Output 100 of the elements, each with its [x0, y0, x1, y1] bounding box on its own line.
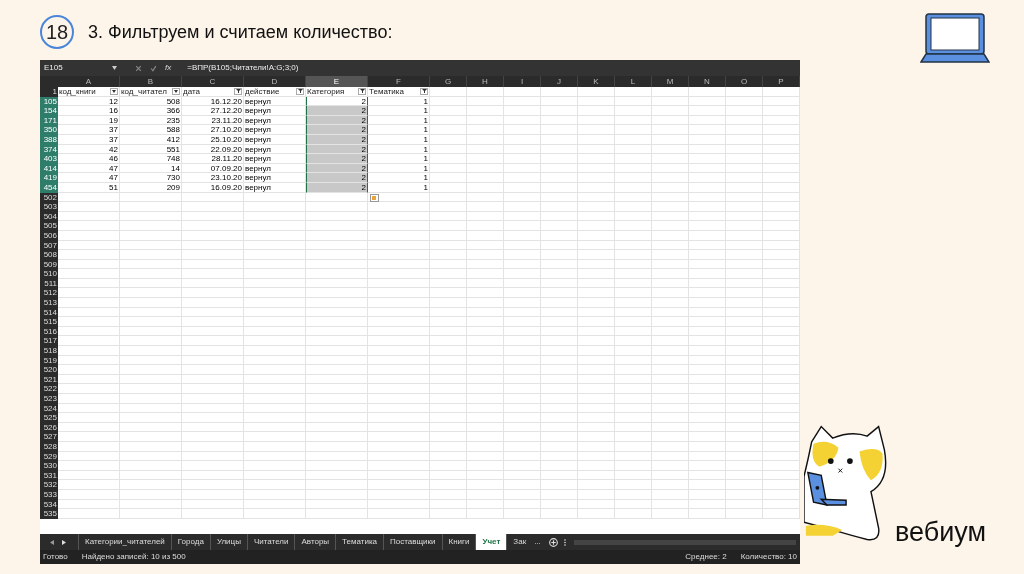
function-button[interactable]: fx — [165, 62, 172, 74]
row-number: 515 — [40, 317, 58, 327]
table-cell: 2 — [306, 182, 368, 193]
table-cell: 730 — [120, 173, 182, 183]
filter-funnel-icon[interactable] — [234, 87, 242, 95]
row-number: 523 — [40, 394, 58, 404]
table-cell: 551 — [120, 144, 182, 155]
table-cell: 2 — [306, 115, 368, 126]
table-cell: 748 — [120, 154, 182, 164]
table-cell: 27.10.20 — [182, 125, 244, 135]
column-heading: код_книги — [59, 87, 96, 96]
row-number: 533 — [40, 489, 58, 500]
table-cell: 1 — [368, 144, 430, 155]
column-header[interactable]: C — [182, 76, 244, 87]
row-number: 521 — [40, 374, 58, 385]
table-cell: 16.09.20 — [182, 182, 244, 193]
paste-options-icon[interactable] — [370, 193, 379, 202]
column-header[interactable]: J — [541, 76, 578, 87]
column-header[interactable]: B — [120, 76, 182, 87]
column-header[interactable]: P — [763, 76, 800, 87]
column-header[interactable]: N — [689, 76, 726, 87]
table-cell: 508 — [120, 96, 182, 107]
row-number: 526 — [40, 422, 58, 433]
check-icon[interactable] — [150, 64, 157, 72]
table-cell: 22.09.20 — [182, 144, 244, 155]
table-cell: 37 — [58, 125, 120, 135]
row-number: 525 — [40, 413, 58, 423]
table-cell: 2 — [306, 134, 368, 145]
row-number: 516 — [40, 326, 58, 337]
table-cell: 16 — [58, 106, 120, 116]
row-number: 513 — [40, 298, 58, 308]
filter-funnel-icon[interactable] — [296, 87, 304, 95]
scroll-left-icon[interactable] — [50, 539, 54, 545]
column-header[interactable]: K — [578, 76, 615, 87]
column-header[interactable]: F — [368, 76, 430, 87]
filter-funnel-icon[interactable] — [420, 87, 428, 95]
table-cell: 412 — [120, 134, 182, 145]
table-cell: 16.12.20 — [182, 96, 244, 107]
table-cell: 1 — [368, 96, 430, 107]
horizontal-scrollbar[interactable] — [573, 539, 796, 545]
sheet-tab[interactable]: Учет — [475, 534, 507, 550]
row-number: 454 — [40, 182, 58, 193]
table-cell: 37 — [58, 134, 120, 145]
status-text: Среднее: 2 — [685, 551, 727, 563]
table-cell: 46 — [58, 154, 120, 164]
table-cell: 588 — [120, 125, 182, 135]
column-header[interactable]: E — [306, 76, 368, 87]
column-header[interactable]: G — [430, 76, 467, 87]
table-cell: 1 — [368, 154, 430, 164]
table-cell: 42 — [58, 144, 120, 155]
row-number: 534 — [40, 499, 58, 510]
column-header[interactable]: A — [58, 76, 120, 87]
filter-funnel-icon[interactable] — [358, 87, 366, 95]
dropdown-icon[interactable] — [172, 87, 180, 95]
column-header[interactable]: H — [467, 76, 504, 87]
row-number: 532 — [40, 480, 58, 490]
row-number: 502 — [40, 192, 58, 203]
row-number: 531 — [40, 470, 58, 481]
dropdown-icon[interactable] — [112, 66, 117, 70]
table-cell: 07.09.20 — [182, 163, 244, 174]
table-cell: 2 — [306, 163, 368, 174]
table-cell: 47 — [58, 173, 120, 183]
add-sheet-icon[interactable] — [548, 537, 558, 547]
row-number: 511 — [40, 278, 58, 289]
table-cell: 1 — [368, 134, 430, 145]
table-cell: 1 — [368, 182, 430, 193]
row-number: 527 — [40, 432, 58, 442]
column-header[interactable]: O — [726, 76, 763, 87]
row-number: 520 — [40, 365, 58, 375]
column-heading: Тематика — [369, 87, 404, 96]
column-heading: дата — [183, 87, 200, 96]
row-number: 350 — [40, 125, 58, 135]
more-tabs-button[interactable]: ... — [532, 536, 543, 548]
row-number: 524 — [40, 403, 58, 414]
table-cell: 14 — [120, 163, 182, 174]
table-cell: 1 — [368, 163, 430, 174]
row-number: 530 — [40, 461, 58, 471]
table-cell: 2 — [306, 173, 368, 183]
table-cell: 25.10.20 — [182, 134, 244, 145]
table-cell: 1 — [368, 125, 430, 135]
logo-text: вебиум — [895, 516, 987, 549]
status-text: Готово — [43, 551, 68, 563]
table-cell: 1 — [368, 173, 430, 183]
more-options-icon[interactable] — [563, 538, 566, 546]
column-header[interactable]: I — [504, 76, 541, 87]
name-box[interactable]: E105 — [44, 62, 104, 74]
row-number: 105 — [40, 96, 58, 107]
row-number: 503 — [40, 202, 58, 212]
dropdown-icon[interactable] — [110, 87, 118, 95]
row-number: 514 — [40, 307, 58, 318]
row-number: 519 — [40, 355, 58, 366]
formula-field[interactable]: =ВПР(B105;Читатели!A:G;3;0) — [187, 62, 299, 74]
table-cell: 12 — [58, 96, 120, 107]
column-header[interactable]: M — [652, 76, 689, 87]
row-number: 171 — [40, 115, 58, 126]
table-cell: 23.11.20 — [182, 115, 244, 126]
status-text: Количество: 10 — [740, 551, 797, 563]
scroll-right-icon[interactable] — [62, 539, 66, 545]
column-header[interactable]: L — [615, 76, 652, 87]
close-icon[interactable] — [135, 64, 142, 72]
